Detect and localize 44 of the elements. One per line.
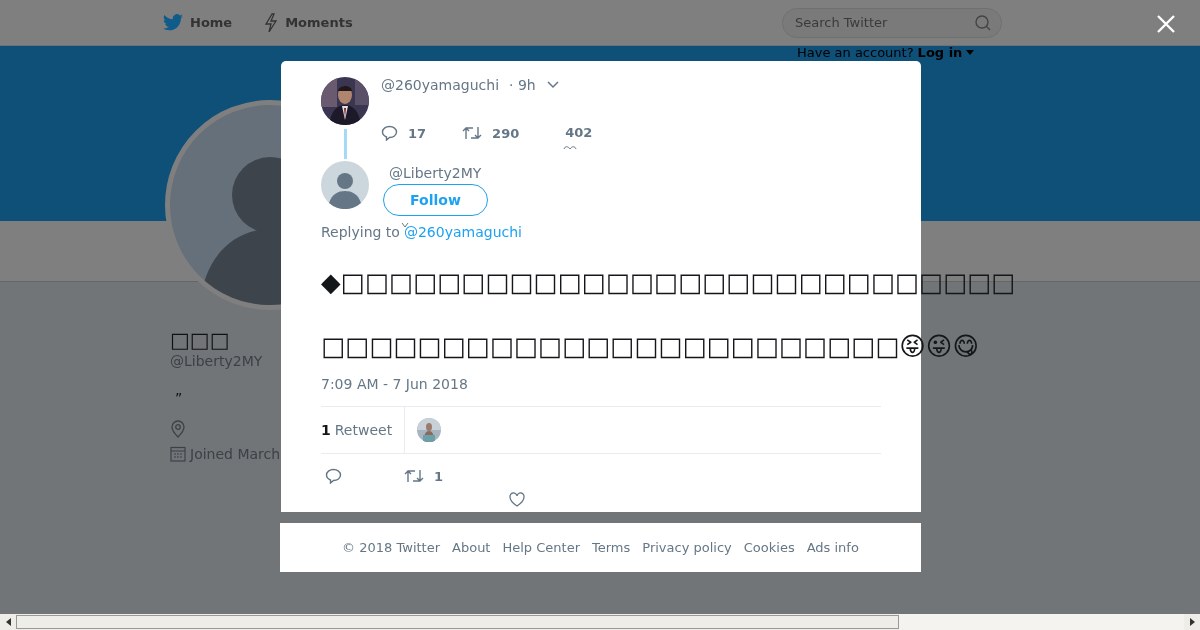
- footer-link[interactable]: Ads info: [806, 540, 859, 555]
- retweet-button[interactable]: 290: [462, 125, 520, 141]
- retweet-icon: [404, 468, 424, 484]
- search-icon: [974, 13, 992, 32]
- retweet-button[interactable]: 1: [404, 468, 444, 484]
- right-arrow-icon: [1189, 618, 1195, 626]
- account-prompt: Have an account?: [797, 45, 914, 60]
- mention-link[interactable]: @260yamaguchi: [403, 224, 522, 240]
- reply-button[interactable]: 17: [381, 125, 427, 141]
- reply-icon: [381, 125, 398, 141]
- location-icon: [170, 420, 186, 438]
- replying-label: Replying to: [321, 224, 400, 240]
- default-avatar-icon: [321, 161, 369, 209]
- profile-bio: ”: [175, 390, 183, 406]
- left-arrow-icon: [5, 618, 11, 626]
- calendar-icon: [170, 446, 186, 462]
- reply-icon[interactable]: [325, 468, 342, 484]
- footer-link[interactable]: Help Center: [502, 540, 580, 555]
- nav-link[interactable]: Moments: [264, 12, 353, 33]
- follow-button[interactable]: Follow: [383, 184, 488, 216]
- login-link[interactable]: Log in: [917, 45, 963, 60]
- lightning-icon: [264, 12, 279, 33]
- bird-icon: [163, 14, 183, 31]
- tweet-timestamp: 7:09 AM - 7 Jun 2018: [321, 376, 469, 392]
- chevron-down-icon[interactable]: [545, 80, 560, 90]
- retweet-stat[interactable]: 1 Retweet: [321, 407, 406, 453]
- close-icon[interactable]: [1156, 14, 1176, 34]
- footer-link[interactable]: Privacy policy: [642, 540, 732, 555]
- nav-link[interactable]: Home: [163, 14, 233, 31]
- footer-link[interactable]: About: [452, 540, 491, 555]
- retweet-icon: [462, 125, 483, 141]
- footer-link[interactable]: Terms: [592, 540, 631, 555]
- author-handle[interactable]: @Liberty2MY: [389, 165, 482, 181]
- author-handle[interactable]: @260yamaguchi: [381, 77, 500, 93]
- footer-link[interactable]: Cookies: [743, 540, 795, 555]
- like-count[interactable]: 402: [565, 125, 593, 140]
- caret-icon[interactable]: [966, 49, 975, 56]
- horizontal-scrollbar[interactable]: [0, 614, 1200, 630]
- search-field[interactable]: Search Twitter: [782, 7, 1002, 38]
- tweet-text-line: ◆□□□□□□□□□□□□□□□□□□□□□□□□□□□□: [321, 266, 1016, 299]
- tweet-time: · 9h: [509, 77, 536, 93]
- caret-icon: [401, 222, 409, 228]
- profile-name: □□□: [170, 328, 230, 352]
- copyright-text: © 2018 Twitter: [342, 540, 441, 555]
